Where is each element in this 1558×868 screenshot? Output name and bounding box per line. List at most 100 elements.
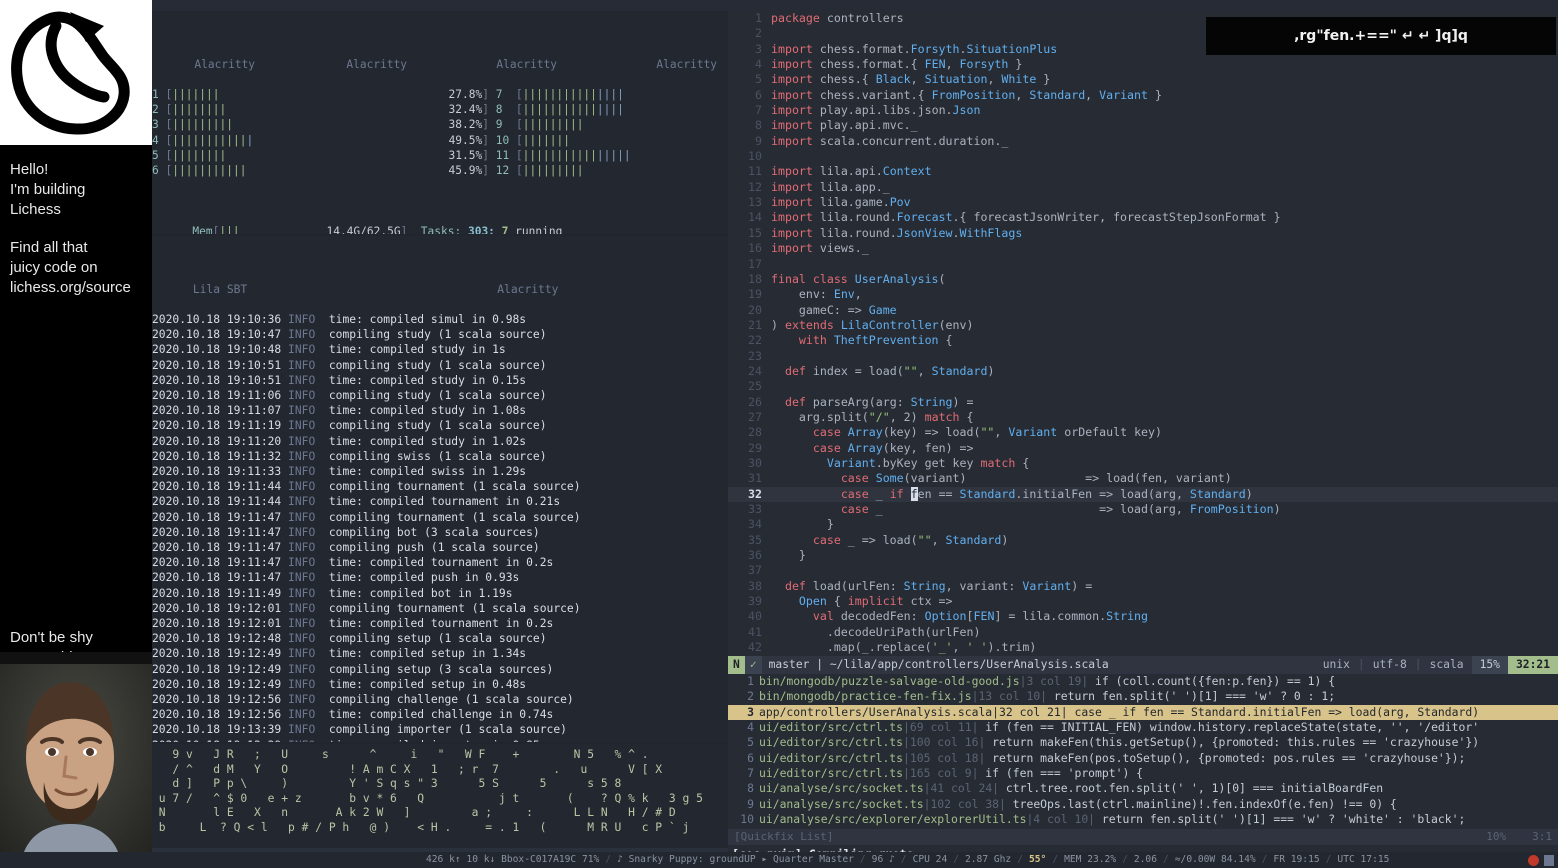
code-line[interactable]: 16 import views._ bbox=[728, 241, 1558, 256]
line-number: 27 bbox=[748, 409, 762, 424]
status-network[interactable]: 426 k↑ 10 k↓ Bbox-C017A19C 71% bbox=[426, 852, 599, 868]
quickfix-item[interactable]: 4 ui/editor/src/ctrl.ts|69 col 11| if (fe… bbox=[728, 720, 1558, 735]
code-line[interactable]: 13 import lila.game.Pov bbox=[728, 195, 1558, 210]
status-battery[interactable]: ≈/0.00W 84.14% bbox=[1175, 852, 1256, 868]
quickfix-item[interactable]: 7 ui/editor/src/ctrl.ts|165 col 9| if (fe… bbox=[728, 766, 1558, 781]
code-line[interactable]: 37 bbox=[728, 563, 1558, 578]
quickfix-item[interactable]: 5 ui/editor/src/ctrl.ts|100 col 16| retur… bbox=[728, 735, 1558, 750]
quickfix-path[interactable]: ui/analyse/src/socket.ts bbox=[759, 781, 924, 795]
line-number: 31 bbox=[748, 471, 762, 486]
code-line[interactable]: 39 Open { implicit ctx => bbox=[728, 594, 1558, 609]
quickfix-path[interactable]: ui/editor/src/ctrl.ts bbox=[759, 766, 903, 780]
line-number: 25 bbox=[748, 379, 762, 394]
status-mail[interactable]: 96 ♪ bbox=[872, 852, 895, 868]
code-line[interactable]: 40 val decodedFen: Option[FEN] = lila.co… bbox=[728, 609, 1558, 624]
status-clock-utc[interactable]: UTC 17:15 bbox=[1337, 852, 1389, 868]
status-memory[interactable]: MEM 23.2% bbox=[1064, 852, 1116, 868]
code-line[interactable]: 22 with TheftPrevention { bbox=[728, 333, 1558, 348]
code-line[interactable]: 26 def parseArg(arg: String) = bbox=[728, 395, 1558, 410]
quickfix-path[interactable]: ui/analyse/src/socket.ts bbox=[759, 797, 924, 811]
status-load[interactable]: 2.06 bbox=[1134, 852, 1157, 868]
quickfix-path[interactable]: bin/mongodb/practice-fen-fix.js bbox=[759, 689, 972, 703]
code-line[interactable]: 24 def index = load("", Standard) bbox=[728, 364, 1558, 379]
quickfix-item[interactable]: 9 ui/analyse/src/socket.ts|102 col 38| tr… bbox=[728, 797, 1558, 812]
status-clock-local[interactable]: FR 19:15 bbox=[1273, 852, 1319, 868]
code-line[interactable]: 31 case Some(variant) => load(fen, varia… bbox=[728, 471, 1558, 486]
code-line[interactable]: 21) extends LilaController(env) bbox=[728, 318, 1558, 333]
code-line[interactable]: 41 .decodeUriPath(urlFen) bbox=[728, 625, 1558, 640]
sbt-log-line: 2020.10.18 19:10:36 INFO time: compiled … bbox=[152, 313, 527, 326]
code-line[interactable]: 8 import play.api.mvc._ bbox=[728, 118, 1558, 133]
quickfix-index: 4 bbox=[747, 720, 754, 735]
htop-pane[interactable]: Alacritty Alacritty Alacritty Alacritty 1 [… bbox=[152, 11, 728, 234]
quickfix-item[interactable]: 10 ui/analyse/src/explorer/explorerUtil.t… bbox=[728, 812, 1558, 827]
quickfix-item[interactable]: 3 app/controllers/UserAnalysis.scala|32 c… bbox=[728, 704, 1558, 721]
code-line[interactable]: 11 import lila.api.Context bbox=[728, 164, 1558, 179]
line-number: 39 bbox=[748, 594, 762, 609]
code-line[interactable]: 27 arg.split("/", 2) match { bbox=[728, 410, 1558, 425]
status-temperature[interactable]: 55° bbox=[1029, 852, 1046, 868]
battery-tray-icon[interactable] bbox=[1544, 854, 1554, 866]
code-line[interactable]: 35 case _ => load("", Standard) bbox=[728, 533, 1558, 548]
line-number: 12 bbox=[748, 179, 762, 194]
banner-greeting: Hello! I'm building Lichess bbox=[10, 160, 142, 220]
pane-title: Alacritty bbox=[496, 57, 558, 71]
line-number: 22 bbox=[748, 333, 762, 348]
status-bar[interactable]: 426 k↑ 10 k↓ Bbox-C017A19C 71% / ♪ Snark… bbox=[0, 852, 1558, 868]
code-line[interactable]: 32 case _ if fen == Standard.initialFen … bbox=[728, 486, 1558, 502]
code-line[interactable]: 12 import lila.app._ bbox=[728, 180, 1558, 195]
code-line[interactable]: 29 case Array(key, fen) => bbox=[728, 441, 1558, 456]
code-line[interactable]: 23 bbox=[728, 349, 1558, 364]
code-line[interactable]: 4 import chess.format.{ FEN, Forsyth } bbox=[728, 57, 1558, 72]
sbt-log-line: 2020.10.18 19:10:51 INFO compiling study… bbox=[152, 358, 547, 372]
banner-line: Lichess bbox=[10, 201, 61, 218]
quickfix-path[interactable]: ui/editor/src/ctrl.ts bbox=[759, 720, 903, 734]
tasks-total: 303; bbox=[467, 224, 495, 234]
sbt-log-pane[interactable]: Lila SBT Alacritty 2020.10.18 19:10:36 IN… bbox=[152, 236, 728, 742]
code-line[interactable]: 9 import scala.concurrent.duration._ bbox=[728, 134, 1558, 149]
code-line[interactable]: 25 bbox=[728, 379, 1558, 394]
code-line[interactable]: 38 def load(urlFen: String, variant: Var… bbox=[728, 579, 1558, 594]
code-line[interactable]: 36 } bbox=[728, 548, 1558, 563]
quickfix-path[interactable]: ui/analyse/src/explorer/explorerUtil.ts bbox=[759, 812, 1026, 826]
code-line[interactable]: 19 env: Env, bbox=[728, 287, 1558, 302]
keycast-popup: ,rg"fen.+==" ↵ ↵ ]q]q bbox=[1206, 17, 1556, 55]
code-line[interactable]: 5 import chess.{ Black, Situation, White … bbox=[728, 72, 1558, 87]
quickfix-text: treeOps.last(ctrl.mainline)!.fen.indexOf… bbox=[1005, 796, 1397, 811]
status-cpu[interactable]: CPU 24 bbox=[913, 852, 948, 868]
code-line[interactable]: 7 import play.api.libs.json.Json bbox=[728, 103, 1558, 118]
code-line[interactable]: 20 gameC: => Game bbox=[728, 303, 1558, 318]
code-line[interactable]: 15 import lila.round.JsonView.WithFlags bbox=[728, 226, 1558, 241]
statusline-percent: 15% bbox=[1471, 656, 1508, 674]
code-line[interactable]: 6 import chess.variant.{ FromPosition, St… bbox=[728, 88, 1558, 103]
sbt-log-line: 2020.10.18 19:11:33 INFO time: compiled … bbox=[152, 465, 527, 479]
code-editor[interactable]: 1 package controllers 2 3 import chess.forma… bbox=[728, 11, 1558, 656]
notification-dot-icon[interactable] bbox=[1528, 854, 1539, 866]
quickfix-list[interactable]: 1 bin/mongodb/puzzle-salvage-old-good.js|… bbox=[728, 674, 1558, 844]
code-line[interactable]: 33 case _ => load(arg, FromPosition) bbox=[728, 502, 1558, 517]
quickfix-path[interactable]: bin/mongodb/puzzle-salvage-old-good.js bbox=[759, 674, 1020, 688]
quickfix-item[interactable]: 1 bin/mongodb/puzzle-salvage-old-good.js|… bbox=[728, 674, 1558, 689]
quickfix-item[interactable]: 6 ui/editor/src/ctrl.ts|105 col 18| retur… bbox=[728, 751, 1558, 766]
neovim-window[interactable]: 1 package controllers 2 3 import chess.forma… bbox=[728, 11, 1558, 863]
htop-window-titles: Alacritty Alacritty Alacritty Alacritty bbox=[152, 41, 728, 71]
status-separator: / bbox=[1052, 854, 1059, 865]
quickfix-path[interactable]: ui/editor/src/ctrl.ts bbox=[759, 735, 903, 749]
status-music[interactable]: ♪ Snarky Puppy: groundUP ▸ Quarter Maste… bbox=[617, 852, 854, 868]
code-line[interactable]: 28 case Array(key) => load("", Variant o… bbox=[728, 425, 1558, 440]
status-freq[interactable]: 2.87 Ghz bbox=[965, 852, 1011, 868]
quickfix-path[interactable]: app/controllers/UserAnalysis.scala bbox=[759, 705, 992, 719]
line-number: 24 bbox=[748, 363, 762, 378]
code-line[interactable]: 18 final class UserAnalysis( bbox=[728, 272, 1558, 287]
code-line[interactable]: 17 bbox=[728, 257, 1558, 272]
quickfix-item[interactable]: 2 bin/mongodb/practice-fen-fix.js|13 col … bbox=[728, 689, 1558, 704]
code-line[interactable]: 10 bbox=[728, 149, 1558, 164]
htop-cpu-row: 4 [|||||||||||| 49.5%] 10 [||||||| 28.4%… bbox=[152, 133, 570, 147]
quickfix-path[interactable]: ui/editor/src/ctrl.ts bbox=[759, 751, 903, 765]
line-number: 7 bbox=[755, 103, 762, 118]
code-line[interactable]: 34 } bbox=[728, 517, 1558, 532]
code-line[interactable]: 30 Variant.byKey get key match { bbox=[728, 456, 1558, 471]
code-line[interactable]: 14 import lila.round.Forecast.{ forecastJ… bbox=[728, 210, 1558, 225]
quickfix-item[interactable]: 8 ui/analyse/src/socket.ts|41 col 24| ctr… bbox=[728, 781, 1558, 796]
code-line[interactable]: 42 .map(_.replace('_', ' ').trim) bbox=[728, 640, 1558, 655]
